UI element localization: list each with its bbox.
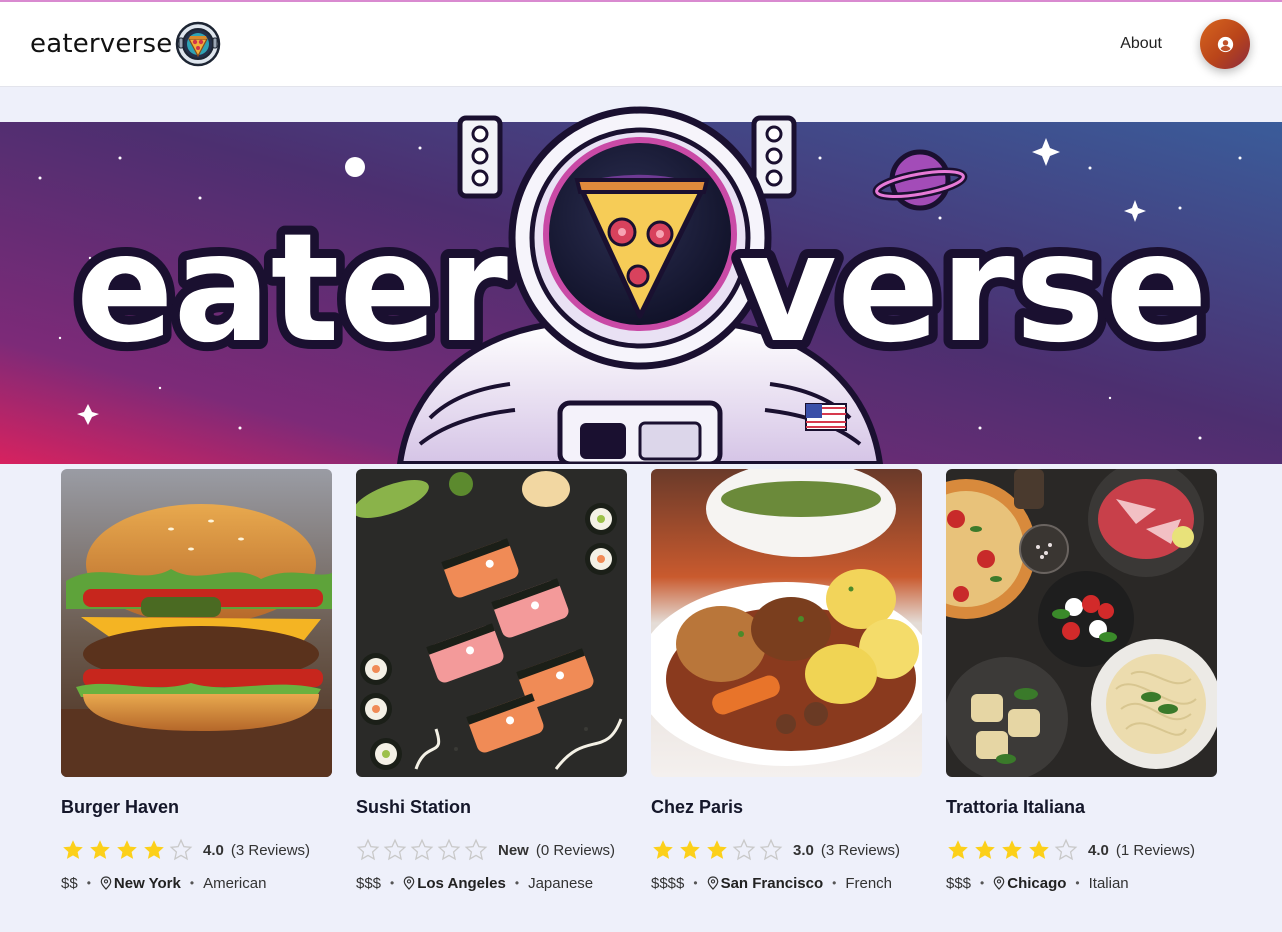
restaurant-city: Los Angeles bbox=[417, 874, 506, 892]
star-filled-icon bbox=[653, 840, 673, 859]
map-pin-icon bbox=[993, 876, 1005, 890]
star-empty-icon bbox=[169, 838, 193, 861]
hero-title-left: eater bbox=[76, 202, 508, 376]
star-empty-icon bbox=[464, 838, 488, 861]
restaurant-meta: $$$ • Los Angeles • Japanese bbox=[356, 873, 627, 893]
separator-dot: • bbox=[514, 876, 520, 890]
star-filled-icon bbox=[1002, 840, 1022, 859]
star-empty-icon bbox=[356, 838, 380, 861]
star-filled-icon bbox=[90, 840, 110, 859]
star-empty-icon bbox=[410, 838, 434, 861]
review-count: (3 Reviews) bbox=[820, 841, 901, 859]
hero-banner-art: eater verse bbox=[0, 88, 1282, 464]
star-empty-icon bbox=[759, 838, 783, 861]
restaurant-meta: $$$$ • San Francisco • French bbox=[651, 873, 922, 893]
restaurant-rating: 4.0 (1 Reviews) bbox=[946, 838, 1217, 862]
star-filled-icon bbox=[117, 840, 137, 859]
nav-about-link[interactable]: About bbox=[1120, 35, 1162, 53]
restaurant-photo-sushi bbox=[356, 469, 627, 777]
restaurant-card[interactable]: Sushi Station New (0 Reviews) $$$ • Los … bbox=[356, 469, 627, 893]
hero-banner: eater verse bbox=[0, 88, 1282, 464]
star-filled-icon bbox=[1029, 840, 1049, 859]
rating-value: 3.0 bbox=[793, 841, 814, 859]
rating-value: 4.0 bbox=[203, 841, 224, 859]
star-rating bbox=[356, 838, 488, 862]
restaurant-name: Burger Haven bbox=[61, 797, 180, 817]
price-level: $$$ bbox=[356, 874, 382, 892]
separator-dot: • bbox=[189, 876, 195, 890]
star-filled-icon bbox=[975, 840, 995, 859]
restaurant-city: San Francisco bbox=[720, 874, 824, 892]
restaurant-rating: 3.0 (3 Reviews) bbox=[651, 838, 922, 862]
star-empty-icon bbox=[732, 838, 756, 861]
price-level: $$$$ bbox=[651, 874, 685, 892]
rating-value: 4.0 bbox=[1088, 841, 1109, 859]
separator-dot: • bbox=[390, 876, 395, 890]
price-level: $$ bbox=[61, 874, 78, 892]
restaurant-cuisine: American bbox=[203, 874, 267, 892]
restaurant-name: Chez Paris bbox=[651, 797, 744, 817]
separator-dot: • bbox=[693, 876, 698, 890]
brand-name: eaterverse bbox=[30, 29, 173, 59]
price-level: $$$ bbox=[946, 874, 972, 892]
user-icon bbox=[1217, 36, 1233, 52]
star-rating bbox=[651, 838, 783, 862]
star-filled-icon bbox=[707, 840, 727, 859]
restaurant-city: New York bbox=[113, 874, 181, 892]
star-empty-icon bbox=[1054, 838, 1078, 861]
star-rating bbox=[946, 838, 1078, 862]
rating-value: New bbox=[498, 841, 529, 859]
brand-home-link[interactable]: eaterverse bbox=[30, 20, 222, 68]
astronaut-pizza-logo-icon bbox=[176, 21, 221, 67]
restaurant-card[interactable]: Burger Haven 4.0 (3 Reviews) $$ • New Yo… bbox=[61, 469, 332, 893]
restaurant-meta: $$ • New York • American bbox=[61, 873, 332, 893]
map-pin-icon bbox=[707, 876, 718, 890]
review-count: (0 Reviews) bbox=[535, 841, 616, 859]
restaurant-cuisine: Italian bbox=[1088, 874, 1129, 892]
restaurant-rating: New (0 Reviews) bbox=[356, 838, 627, 862]
separator-dot: • bbox=[832, 876, 837, 890]
restaurant-card[interactable]: Chez Paris 3.0 (3 Reviews) $$$$ • San Fr… bbox=[651, 469, 922, 893]
top-nav-bar: eaterverse About bbox=[0, 2, 1282, 87]
star-filled-icon bbox=[948, 840, 968, 859]
review-count: (1 Reviews) bbox=[1115, 841, 1196, 859]
restaurant-name: Sushi Station bbox=[356, 797, 472, 817]
restaurant-grid: Burger Haven 4.0 (3 Reviews) $$ • New Yo… bbox=[61, 469, 1217, 893]
user-avatar-button[interactable] bbox=[1200, 19, 1250, 69]
restaurant-rating: 4.0 (3 Reviews) bbox=[61, 838, 332, 862]
hero-title-right: verse bbox=[738, 202, 1208, 376]
restaurant-card[interactable]: Trattoria Italiana 4.0 (1 Reviews) $$$ •… bbox=[946, 469, 1217, 893]
review-count: (3 Reviews) bbox=[230, 841, 311, 859]
restaurant-photo-french bbox=[651, 469, 922, 777]
restaurant-photo-italian bbox=[946, 469, 1217, 777]
restaurant-cuisine: Japanese bbox=[528, 874, 594, 892]
separator-dot: • bbox=[1075, 876, 1080, 890]
restaurant-photo-burger bbox=[61, 469, 332, 777]
map-pin-icon bbox=[100, 876, 112, 890]
restaurant-meta: $$$ • Chicago • Italian bbox=[946, 873, 1217, 893]
star-empty-icon bbox=[383, 838, 407, 861]
restaurant-city: Chicago bbox=[1007, 874, 1067, 892]
separator-dot: • bbox=[980, 876, 985, 890]
separator-dot: • bbox=[86, 876, 91, 890]
restaurant-cuisine: French bbox=[845, 874, 893, 892]
map-pin-icon bbox=[403, 876, 415, 890]
star-rating bbox=[61, 838, 193, 862]
restaurant-name: Trattoria Italiana bbox=[946, 797, 1086, 817]
star-filled-icon bbox=[680, 840, 700, 859]
main-nav: About bbox=[1120, 19, 1250, 69]
star-filled-icon bbox=[63, 840, 83, 859]
star-empty-icon bbox=[437, 838, 461, 861]
star-filled-icon bbox=[144, 840, 164, 859]
